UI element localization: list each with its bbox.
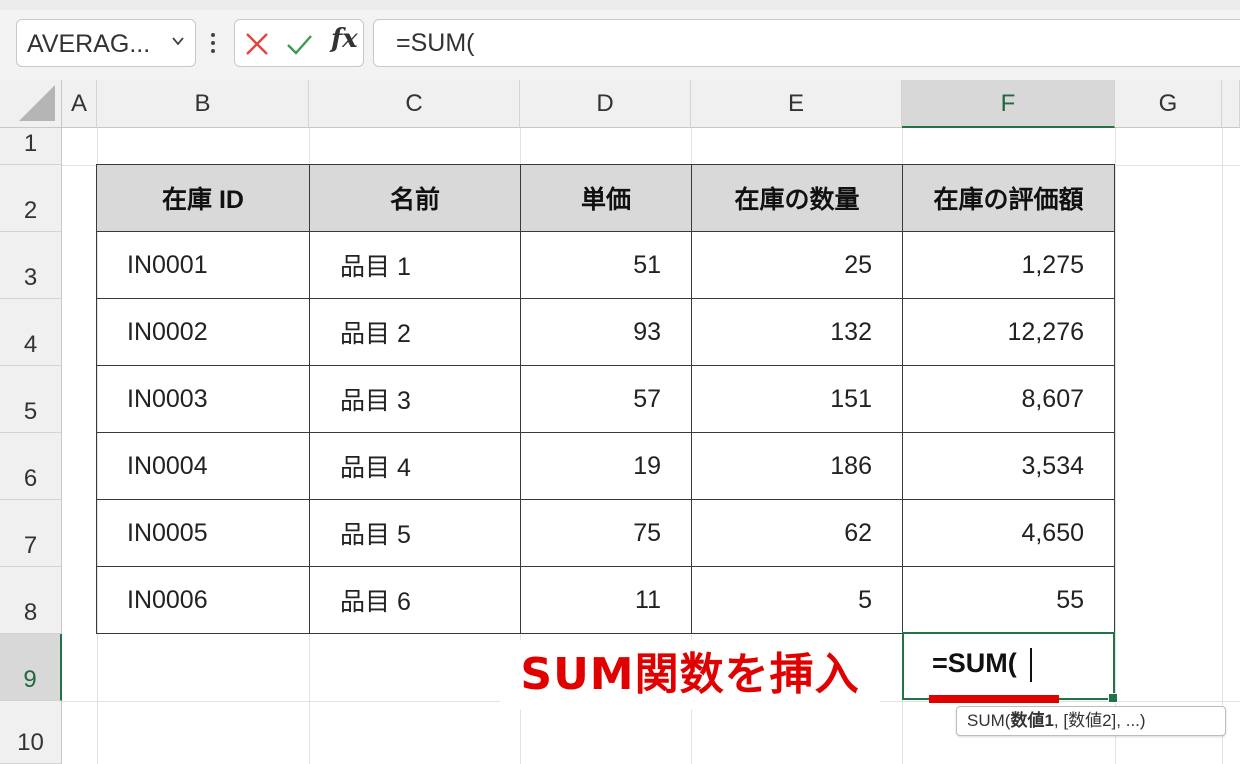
- column-header-a[interactable]: A: [62, 80, 97, 128]
- annotation-callout: SUM関数を挿入: [500, 640, 880, 710]
- cell-edit-text: =SUM(: [932, 648, 1017, 678]
- table-cell[interactable]: 186: [691, 432, 903, 500]
- row-header-10[interactable]: 10: [0, 701, 62, 764]
- column-header-e[interactable]: E: [691, 80, 902, 128]
- select-all-button[interactable]: [0, 80, 62, 128]
- table-cell[interactable]: 1,275: [902, 231, 1115, 299]
- inventory-table: 在庫 ID 名前 単価 在庫の数量 在庫の評価額 IN0001 品目 1 51 …: [96, 164, 1115, 634]
- gridline: [1115, 128, 1116, 764]
- column-header-f[interactable]: F: [902, 80, 1115, 128]
- table-cell[interactable]: 75: [520, 499, 692, 567]
- table-cell[interactable]: 19: [520, 432, 692, 500]
- row-header-2[interactable]: 2: [0, 165, 62, 232]
- table-row: IN0001 品目 1 51 25 1,275: [96, 231, 1115, 299]
- table-cell[interactable]: 3,534: [902, 432, 1115, 500]
- formula-buttons: fx: [234, 19, 364, 67]
- column-header-c[interactable]: C: [309, 80, 520, 128]
- row-header-8[interactable]: 8: [0, 567, 62, 634]
- function-signature-tooltip[interactable]: SUM(数値1, [数値2], ...): [956, 706, 1226, 736]
- row-header-7[interactable]: 7: [0, 500, 62, 567]
- header-cell-name[interactable]: 名前: [309, 164, 521, 232]
- table-cell[interactable]: IN0006: [96, 566, 310, 634]
- fill-handle[interactable]: [1108, 693, 1118, 703]
- tooltip-current-arg[interactable]: 数値1: [1010, 711, 1053, 730]
- row-header-9[interactable]: 9: [0, 634, 62, 701]
- confirm-check-icon[interactable]: [285, 30, 313, 58]
- more-vert-icon[interactable]: [208, 30, 218, 56]
- name-box[interactable]: AVERAG...: [16, 19, 196, 67]
- tooltip-rest: , [数値2], ...): [1053, 711, 1146, 730]
- table-cell[interactable]: 57: [520, 365, 692, 433]
- column-header-next[interactable]: [1222, 80, 1240, 128]
- window-top-strip: [0, 0, 1240, 10]
- row-header-5[interactable]: 5: [0, 366, 62, 433]
- row-header-1[interactable]: 1: [0, 128, 62, 165]
- table-cell[interactable]: 4,650: [902, 499, 1115, 567]
- table-cell[interactable]: 品目 6: [309, 566, 521, 634]
- table-cell[interactable]: 品目 3: [309, 365, 521, 433]
- column-header-g[interactable]: G: [1115, 80, 1222, 128]
- table-cell[interactable]: 55: [902, 566, 1115, 634]
- header-cell-quantity[interactable]: 在庫の数量: [691, 164, 903, 232]
- table-row: IN0006 品目 6 11 5 55: [96, 566, 1115, 634]
- table-cell[interactable]: 132: [691, 298, 903, 366]
- table-row: IN0002 品目 2 93 132 12,276: [96, 298, 1115, 366]
- cancel-x-icon[interactable]: [243, 30, 271, 58]
- table-cell[interactable]: 62: [691, 499, 903, 567]
- table-cell[interactable]: IN0001: [96, 231, 310, 299]
- insert-function-button[interactable]: fx: [331, 24, 358, 54]
- table-cell[interactable]: 11: [520, 566, 692, 634]
- name-box-value: AVERAG...: [27, 30, 151, 58]
- header-cell-valuation[interactable]: 在庫の評価額: [902, 164, 1115, 232]
- row-header-3[interactable]: 3: [0, 232, 62, 299]
- gridline: [1222, 128, 1223, 764]
- table-cell[interactable]: 8,607: [902, 365, 1115, 433]
- formula-bar: AVERAG... fx =SUM(: [0, 0, 1240, 81]
- select-all-triangle-icon: [19, 85, 55, 121]
- table-cell[interactable]: IN0004: [96, 432, 310, 500]
- header-cell-inventory-id[interactable]: 在庫 ID: [96, 164, 310, 232]
- table-row: IN0004 品目 4 19 186 3,534: [96, 432, 1115, 500]
- table-cell[interactable]: 151: [691, 365, 903, 433]
- table-cell[interactable]: 品目 4: [309, 432, 521, 500]
- formula-input[interactable]: =SUM(: [373, 19, 1240, 67]
- table-cell[interactable]: IN0002: [96, 298, 310, 366]
- table-cell[interactable]: 品目 2: [309, 298, 521, 366]
- row-header-4[interactable]: 4: [0, 299, 62, 366]
- column-header-d[interactable]: D: [520, 80, 691, 128]
- table-row: IN0003 品目 3 57 151 8,607: [96, 365, 1115, 433]
- table-cell[interactable]: 品目 1: [309, 231, 521, 299]
- table-cell[interactable]: 5: [691, 566, 903, 634]
- text-caret: [1030, 648, 1032, 682]
- annotation-underline: [929, 695, 1059, 703]
- table-cell[interactable]: 93: [520, 298, 692, 366]
- column-header-b[interactable]: B: [97, 80, 309, 128]
- table-cell[interactable]: 品目 5: [309, 499, 521, 567]
- table-row: IN0005 品目 5 75 62 4,650: [96, 499, 1115, 567]
- table-cell[interactable]: 51: [520, 231, 692, 299]
- table-cell[interactable]: IN0005: [96, 499, 310, 567]
- tooltip-function: SUM(: [967, 711, 1011, 730]
- table-cell[interactable]: IN0003: [96, 365, 310, 433]
- table-cell[interactable]: 12,276: [902, 298, 1115, 366]
- table-cell[interactable]: 25: [691, 231, 903, 299]
- header-cell-unit-price[interactable]: 単価: [520, 164, 692, 232]
- chevron-down-icon[interactable]: [171, 34, 185, 48]
- active-cell-f9[interactable]: =SUM(: [902, 632, 1118, 703]
- table-header-row: 在庫 ID 名前 単価 在庫の数量 在庫の評価額: [96, 164, 1115, 232]
- row-header-6[interactable]: 6: [0, 433, 62, 500]
